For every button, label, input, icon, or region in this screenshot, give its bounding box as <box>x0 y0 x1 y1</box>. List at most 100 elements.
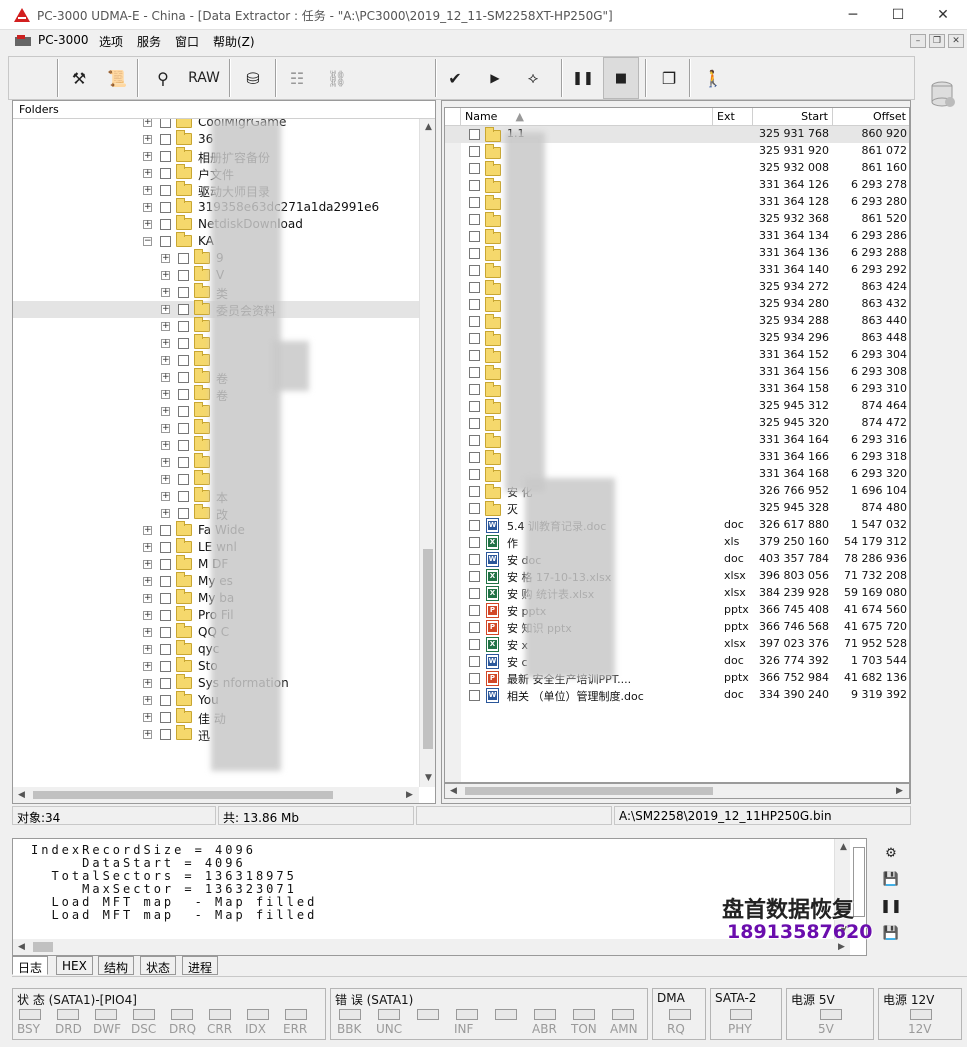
folder-checkbox[interactable] <box>160 151 171 162</box>
folder-checkbox[interactable] <box>160 729 171 740</box>
scroll-left-icon[interactable]: ◀ <box>13 787 30 804</box>
folder-checkbox[interactable] <box>178 372 189 383</box>
expand-icon[interactable]: + <box>161 254 170 263</box>
file-checkbox[interactable] <box>469 180 480 191</box>
file-row[interactable]: W 相关 （单位）管理制度.doc doc 334 390 240 9 319 392 <box>445 687 909 704</box>
expand-icon[interactable]: + <box>143 526 152 535</box>
tab-status[interactable]: 状态 <box>140 956 177 975</box>
disk-check-icon[interactable]: ✔ <box>437 57 473 99</box>
folder-checkbox[interactable] <box>160 559 171 570</box>
folder-checkbox[interactable] <box>160 134 171 145</box>
expand-icon[interactable]: + <box>143 730 152 739</box>
file-checkbox[interactable] <box>469 418 480 429</box>
column-ext[interactable]: Ext <box>713 108 753 126</box>
file-checkbox[interactable] <box>469 248 480 259</box>
expand-icon[interactable]: + <box>161 305 170 314</box>
folder-checkbox[interactable] <box>160 661 171 672</box>
tab-process[interactable]: 进程 <box>182 956 219 975</box>
folder-checkbox[interactable] <box>178 304 189 315</box>
file-checkbox[interactable] <box>469 299 480 310</box>
file-checkbox[interactable] <box>469 469 480 480</box>
file-checkbox[interactable] <box>469 214 480 225</box>
file-checkbox[interactable] <box>469 265 480 276</box>
folder-checkbox[interactable] <box>160 219 171 230</box>
expand-icon[interactable]: + <box>161 322 170 331</box>
folder-tree-vscrollbar[interactable]: ▲ ▼ <box>419 119 435 787</box>
file-checkbox[interactable] <box>469 690 480 701</box>
folder-checkbox[interactable] <box>178 321 189 332</box>
mdi-restore-button[interactable]: ❐ <box>929 34 945 48</box>
raw-button[interactable]: RAW <box>183 57 225 99</box>
file-row[interactable]: P安 知识 pptxpptx366 746 56841 675 720 <box>445 619 909 636</box>
expand-icon[interactable]: + <box>161 509 170 518</box>
close-button[interactable]: ✕ <box>920 0 966 30</box>
app-menu-icon[interactable] <box>14 34 32 48</box>
expand-icon[interactable]: + <box>161 390 170 399</box>
file-checkbox[interactable] <box>469 367 480 378</box>
expand-icon[interactable]: + <box>143 135 152 144</box>
file-checkbox[interactable] <box>469 401 480 412</box>
file-checkbox[interactable] <box>469 333 480 344</box>
file-row[interactable]: X安 x xlsx 397 023 376 71 952 528 <box>445 636 909 653</box>
expand-icon[interactable]: + <box>143 662 152 671</box>
file-grid-hscrollbar[interactable]: ◀ ▶ <box>444 783 910 799</box>
column-name[interactable]: Name ▲ <box>461 108 713 126</box>
scroll-thumb[interactable] <box>33 791 333 799</box>
folder-checkbox[interactable] <box>178 474 189 485</box>
settings-icon[interactable]: ⚙ <box>880 843 902 865</box>
folder-checkbox[interactable] <box>160 236 171 247</box>
mdi-close-button[interactable]: ✕ <box>948 34 964 48</box>
file-row[interactable]: W安 c doc 326 774 392 1 703 544 <box>445 653 909 670</box>
menu-help[interactable]: 帮助(Z) <box>213 33 255 50</box>
file-checkbox[interactable] <box>469 231 480 242</box>
diagram-icon[interactable]: ⟡ <box>515 57 551 99</box>
file-checkbox[interactable] <box>469 452 480 463</box>
folder-checkbox[interactable] <box>178 457 189 468</box>
expand-icon[interactable]: + <box>161 288 170 297</box>
scroll-left-icon[interactable]: ◀ <box>445 783 462 800</box>
file-checkbox[interactable] <box>469 435 480 446</box>
expand-icon[interactable]: + <box>161 458 170 467</box>
expand-icon[interactable]: + <box>143 220 152 229</box>
folder-checkbox[interactable] <box>160 695 171 706</box>
scroll-left-icon[interactable]: ◀ <box>13 939 30 956</box>
expand-icon[interactable]: + <box>143 119 152 127</box>
file-checkbox[interactable] <box>469 673 480 684</box>
folder-checkbox[interactable] <box>160 644 171 655</box>
expand-icon[interactable]: + <box>161 407 170 416</box>
file-checkbox[interactable] <box>469 486 480 497</box>
expand-icon[interactable]: + <box>143 152 152 161</box>
windows-icon[interactable]: ❐ <box>651 57 687 99</box>
file-checkbox[interactable] <box>469 554 480 565</box>
folder-checkbox[interactable] <box>160 119 171 128</box>
file-checkbox[interactable] <box>469 571 480 582</box>
menu-pc3000[interactable]: PC-3000 <box>38 33 88 47</box>
folder-checkbox[interactable] <box>178 406 189 417</box>
expand-icon[interactable]: + <box>143 186 152 195</box>
folder-checkbox[interactable] <box>178 287 189 298</box>
folder-checkbox[interactable] <box>160 185 171 196</box>
file-checkbox[interactable] <box>469 197 480 208</box>
scroll-right-icon[interactable]: ▶ <box>401 787 418 804</box>
scroll-thumb[interactable] <box>33 942 53 952</box>
scroll-up-icon[interactable]: ▲ <box>835 839 852 856</box>
menu-options[interactable]: 选项 <box>99 33 123 50</box>
folder-checkbox[interactable] <box>160 712 171 723</box>
save-settings-icon[interactable]: 💾 <box>880 923 902 945</box>
folder-checkbox[interactable] <box>178 338 189 349</box>
folder-checkbox[interactable] <box>178 389 189 400</box>
expand-icon[interactable]: + <box>161 475 170 484</box>
expand-icon[interactable]: + <box>143 560 152 569</box>
mdi-minimize-button[interactable]: – <box>910 34 926 48</box>
file-checkbox[interactable] <box>469 520 480 531</box>
file-row[interactable]: X安 购 统计表.xlsxxlsx384 239 92859 169 080 <box>445 585 909 602</box>
expand-icon[interactable]: + <box>161 271 170 280</box>
play-icon[interactable]: ▶ <box>477 57 513 99</box>
tab-log[interactable]: 日志 <box>12 956 49 975</box>
menu-service[interactable]: 服务 <box>137 33 161 50</box>
expand-icon[interactable]: + <box>143 611 152 620</box>
folder-checkbox[interactable] <box>178 270 189 281</box>
expand-icon[interactable]: + <box>143 203 152 212</box>
file-checkbox[interactable] <box>469 622 480 633</box>
scroll-up-icon[interactable]: ▲ <box>420 119 437 136</box>
